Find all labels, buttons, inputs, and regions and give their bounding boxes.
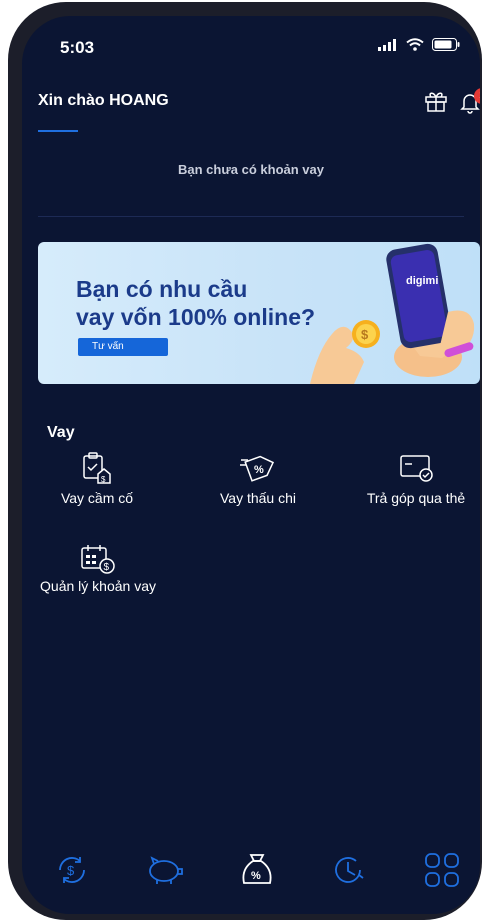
tile-label-loan-management[interactable]: Quản lý khoản vay (22, 578, 174, 594)
calendar-dollar-icon[interactable]: $ (81, 544, 115, 574)
no-loan-message: Bạn chưa có khoản vay (178, 162, 324, 177)
phone-frame: 5:03 Xin chào HOANG Bạn chưa có khoản va… (8, 2, 482, 920)
banner-line-2: vay vốn 100% online? (76, 304, 316, 330)
consult-button[interactable]: Tư vấn (78, 338, 168, 356)
signal-icon (378, 38, 396, 51)
dollar-exchange-icon[interactable]: $ (54, 852, 90, 888)
tile-label-pawn-loan[interactable]: Vay cầm cố (36, 490, 158, 506)
loans-section-title: Vay (47, 424, 75, 441)
money-bag-percent-icon[interactable]: % (240, 852, 274, 888)
tile-label-overdraft[interactable]: Vay thấu chi (192, 490, 324, 506)
piggy-bank-icon[interactable] (144, 852, 184, 886)
menu-grid-icon[interactable] (424, 852, 460, 888)
gift-icon[interactable] (424, 90, 448, 112)
app-screen: 5:03 Xin chào HOANG Bạn chưa có khoản va… (22, 16, 480, 914)
banner-line-1: Bạn có nhu cầu (76, 276, 248, 302)
wifi-icon (406, 38, 424, 51)
phone-brand-text: digimi (406, 275, 438, 287)
battery-icon (432, 38, 460, 51)
svg-text:$: $ (67, 863, 75, 878)
clock-history-icon[interactable] (330, 852, 366, 888)
svg-text:%: % (251, 870, 261, 882)
greeting-text: Xin chào HOANG (38, 92, 169, 109)
status-icons (378, 38, 460, 51)
svg-text:%: % (254, 464, 264, 476)
clipboard-house-dollar-icon[interactable]: $ (81, 452, 111, 484)
hand-phone-illustration: digimi $ (310, 243, 475, 384)
percent-tag-icon[interactable]: % (240, 452, 276, 482)
divider (38, 216, 464, 217)
status-time: 5:03 (60, 38, 95, 57)
greeting-underline (38, 130, 78, 132)
svg-text:$: $ (101, 475, 106, 484)
promo-banner[interactable]: Bạn có nhu cầu vay vốn 100% online? Tư v… (38, 242, 480, 384)
card-check-icon[interactable] (400, 454, 434, 482)
svg-text:$: $ (104, 562, 110, 573)
tile-label-card-installment[interactable]: Trả góp qua thẻ (352, 490, 480, 506)
svg-text:$: $ (361, 327, 369, 342)
